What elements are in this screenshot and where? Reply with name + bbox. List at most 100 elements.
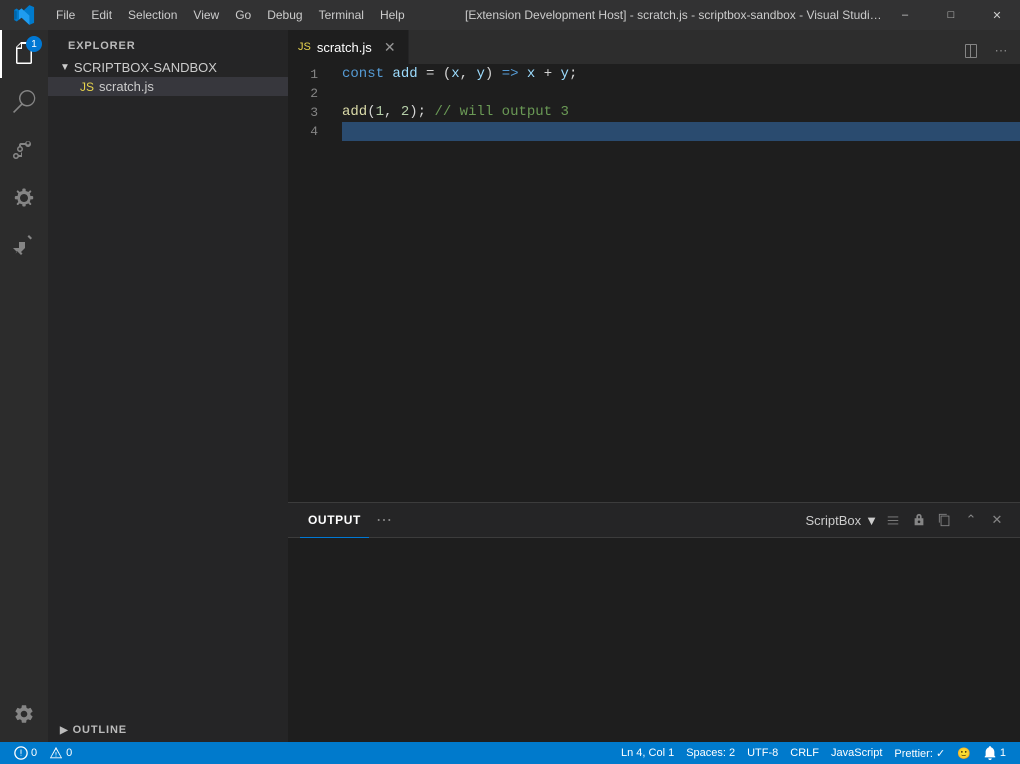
code-line-3: add(1, 2); // will output 3 xyxy=(342,103,1020,122)
status-spaces[interactable]: Spaces: 2 xyxy=(680,742,741,764)
menu-selection[interactable]: Selection xyxy=(120,0,185,30)
explorer-badge: 1 xyxy=(26,36,42,52)
comment-output: // will output 3 xyxy=(434,103,568,122)
num-1: 1 xyxy=(376,103,384,122)
folder-scriptbox-sandbox[interactable]: ▼ SCRIPTBOX-SANDBOX xyxy=(48,58,288,77)
sidebar-item-debug[interactable] xyxy=(0,174,48,222)
output-close-btn[interactable]: ✕ xyxy=(986,509,1008,531)
cursor-position: Ln 4, Col 1 xyxy=(621,747,674,759)
status-eol[interactable]: CRLF xyxy=(784,742,825,764)
language-label: JavaScript xyxy=(831,747,882,759)
smiley-icon: 🙂 xyxy=(957,747,971,760)
sidebar-item-extensions[interactable] xyxy=(0,222,48,270)
editor-area: JS scratch.js ✕ ⋯ 1 2 3 xyxy=(288,30,1020,742)
warning-count: 0 xyxy=(66,747,72,759)
ret-y: y xyxy=(561,65,569,84)
output-more-button[interactable]: ⋯ xyxy=(373,509,395,531)
error-count: 0 xyxy=(31,747,37,759)
code-content[interactable]: const add = (x, y) => x + y; add(1, 2); … xyxy=(338,65,1020,502)
sidebar-item-explorer[interactable]: 1 xyxy=(0,30,48,78)
status-warnings[interactable]: 0 xyxy=(43,742,78,764)
status-notifications[interactable]: 1 xyxy=(977,742,1012,764)
settings-icon-button[interactable] xyxy=(0,690,48,738)
tab-js-icon: JS xyxy=(298,41,311,53)
eol-label: CRLF xyxy=(790,747,819,759)
output-lock-btn[interactable] xyxy=(908,509,930,531)
vscode-logo xyxy=(0,0,48,30)
code-line-4 xyxy=(342,122,1020,141)
status-bar-right: Ln 4, Col 1 Spaces: 2 UTF-8 CRLF JavaScr… xyxy=(615,742,1012,764)
var-add: add xyxy=(392,65,417,84)
sidebar-item-search[interactable] xyxy=(0,78,48,126)
explorer-title: Explorer xyxy=(68,40,136,52)
window-title: [Extension Development Host] - scratch.j… xyxy=(465,8,882,22)
folder-arrow-icon: ▼ xyxy=(60,62,70,73)
js-file-icon: JS xyxy=(80,80,94,94)
menu-edit[interactable]: Edit xyxy=(83,0,120,30)
op-paren-open: ( xyxy=(443,65,451,84)
output-copy-btn[interactable] xyxy=(934,509,956,531)
outline-section[interactable]: ▶ OUTLINE xyxy=(48,718,288,742)
title-bar: File Edit Selection View Go Debug Termin… xyxy=(0,0,1020,30)
window-controls: – □ ✕ xyxy=(882,0,1020,30)
op-plus: + xyxy=(535,65,560,84)
split-editor-button[interactable] xyxy=(958,38,984,64)
param-x: x xyxy=(451,65,459,84)
menu-bar: File Edit Selection View Go Debug Termin… xyxy=(48,0,465,30)
tab-actions: ⋯ xyxy=(952,38,1020,64)
code-editor[interactable]: 1 2 3 4 const add = (x, y) => x + y; add… xyxy=(288,65,1020,502)
status-encoding[interactable]: UTF-8 xyxy=(741,742,784,764)
op-space xyxy=(519,65,527,84)
sidebar-header: Explorer xyxy=(48,30,288,58)
code-line-2 xyxy=(342,84,1020,103)
output-source-label: ScriptBox xyxy=(805,513,861,528)
output-body xyxy=(288,538,1020,742)
tab-scratch-js[interactable]: JS scratch.js ✕ xyxy=(288,30,409,64)
op-comma: , xyxy=(460,65,477,84)
menu-view[interactable]: View xyxy=(185,0,227,30)
sidebar-item-source-control[interactable] xyxy=(0,126,48,174)
output-source-selector[interactable]: ScriptBox ▼ xyxy=(805,513,878,528)
file-scratch-js[interactable]: JS scratch.js xyxy=(48,77,288,96)
tab-label: scratch.js xyxy=(317,40,372,55)
code-line-1: const add = (x, y) => x + y; xyxy=(342,65,1020,84)
menu-file[interactable]: File xyxy=(48,0,83,30)
keyword-const: const xyxy=(342,65,392,84)
status-language[interactable]: JavaScript xyxy=(825,742,888,764)
editor-and-output: 1 2 3 4 const add = (x, y) => x + y; add… xyxy=(288,65,1020,742)
menu-terminal[interactable]: Terminal xyxy=(311,0,372,30)
param-y: y xyxy=(476,65,484,84)
notification-count: 1 xyxy=(1000,747,1006,759)
menu-help[interactable]: Help xyxy=(372,0,413,30)
more-actions-button[interactable]: ⋯ xyxy=(988,38,1014,64)
op-paren-close: ) xyxy=(485,65,502,84)
output-tab[interactable]: OUTPUT xyxy=(300,503,369,538)
output-list-btn[interactable] xyxy=(882,509,904,531)
prettier-label: Prettier: ✓ xyxy=(894,747,945,760)
menu-go[interactable]: Go xyxy=(227,0,259,30)
folder-name: SCRIPTBOX-SANDBOX xyxy=(74,60,217,75)
line-num-4: 4 xyxy=(288,122,328,141)
maximize-button[interactable]: □ xyxy=(928,0,974,30)
output-controls: ScriptBox ▼ xyxy=(805,509,1008,531)
sidebar: Explorer ▼ SCRIPTBOX-SANDBOX JS scratch.… xyxy=(48,30,288,742)
minimize-button[interactable]: – xyxy=(882,0,928,30)
menu-debug[interactable]: Debug xyxy=(259,0,310,30)
main-area: 1 xyxy=(0,30,1020,742)
output-collapse-btn[interactable]: ⌃ xyxy=(960,509,982,531)
op-assign: = xyxy=(418,65,443,84)
status-prettier[interactable]: Prettier: ✓ xyxy=(888,742,951,764)
line-num-3: 3 xyxy=(288,103,328,122)
tab-close-button[interactable]: ✕ xyxy=(382,39,398,55)
status-errors[interactable]: 0 xyxy=(8,742,43,764)
op-paren2-open: ( xyxy=(367,103,375,122)
outline-arrow-icon: ▶ xyxy=(60,725,69,736)
status-feedback[interactable]: 🙂 xyxy=(951,742,977,764)
encoding-label: UTF-8 xyxy=(747,747,778,759)
num-2: 2 xyxy=(401,103,409,122)
ret-x: x xyxy=(527,65,535,84)
status-cursor[interactable]: Ln 4, Col 1 xyxy=(615,742,680,764)
activity-bar-bottom xyxy=(0,690,48,742)
close-button[interactable]: ✕ xyxy=(974,0,1020,30)
activity-bar: 1 xyxy=(0,30,48,742)
